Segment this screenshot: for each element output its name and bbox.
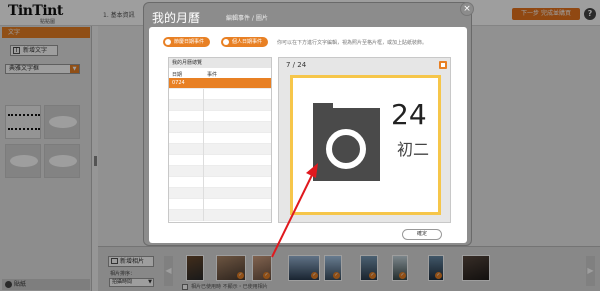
- column-divider: [203, 133, 204, 144]
- plus-icon: [223, 39, 229, 45]
- list-item[interactable]: [169, 144, 271, 155]
- day-cell-preview[interactable]: 24 初二: [290, 75, 441, 215]
- column-divider: [203, 155, 204, 166]
- list-item[interactable]: [169, 199, 271, 210]
- ok-button[interactable]: 確定: [402, 229, 442, 240]
- list-item[interactable]: 0724: [169, 78, 271, 89]
- list-item[interactable]: [169, 210, 271, 221]
- calendar-modal: 我的月曆 編輯事件 / 圖片 × 節慶日期事件 個人日期事件 你可以在下方進行文…: [143, 2, 474, 246]
- close-icon[interactable]: ×: [460, 2, 474, 16]
- calendar-overview-list: 我的月曆總覽 日期 事件 0724: [168, 57, 272, 223]
- column-header-date: 日期: [172, 72, 183, 78]
- trash-icon[interactable]: [439, 61, 447, 69]
- list-item-date: 0724: [172, 80, 185, 86]
- holiday-events-label: 節慶日期事件: [174, 39, 205, 45]
- holiday-events-button[interactable]: 節慶日期事件: [163, 37, 210, 47]
- column-divider: [203, 111, 204, 122]
- lunar-date: 初二: [397, 140, 430, 159]
- camera-body-shape: [313, 108, 380, 181]
- column-divider: [203, 177, 204, 188]
- column-divider: [203, 89, 204, 100]
- list-item[interactable]: [169, 155, 271, 166]
- list-item[interactable]: [169, 177, 271, 188]
- camera-lens-shape: [326, 129, 366, 169]
- list-item[interactable]: [169, 188, 271, 199]
- plus-icon: [165, 39, 171, 45]
- list-item[interactable]: [169, 100, 271, 111]
- column-divider: [203, 144, 204, 155]
- list-item[interactable]: [169, 166, 271, 177]
- list-item[interactable]: [169, 89, 271, 100]
- list-item[interactable]: [169, 111, 271, 122]
- list-item[interactable]: [169, 122, 271, 133]
- preview-date: 7 / 24: [286, 61, 307, 69]
- camera-icon[interactable]: [313, 103, 380, 181]
- column-divider: [203, 100, 204, 111]
- list-title: 我的月曆總覽: [169, 58, 271, 68]
- breadcrumb: 編輯事件 / 圖片: [226, 15, 268, 22]
- modal-title: 我的月曆: [152, 11, 201, 25]
- modal-body: 節慶日期事件 個人日期事件 你可以在下方進行文字編輯，視為照片至格片框，或加上貼…: [149, 27, 467, 243]
- column-divider: [203, 122, 204, 133]
- personal-events-button[interactable]: 個人日期事件: [221, 37, 268, 47]
- column-divider: [203, 188, 204, 199]
- day-number: 24: [391, 98, 427, 131]
- list-rows: 0724: [169, 78, 271, 221]
- day-preview-panel: 7 / 24 24 初二: [278, 57, 451, 223]
- column-divider: [203, 210, 204, 221]
- column-divider: [203, 166, 204, 177]
- list-item[interactable]: [169, 133, 271, 144]
- column-header-event: 事件: [207, 72, 218, 78]
- instruction-text: 你可以在下方進行文字編輯，視為照片至格片框，或加上貼紙裝飾。: [277, 40, 428, 46]
- column-divider: [203, 199, 204, 210]
- personal-events-label: 個人日期事件: [232, 39, 263, 45]
